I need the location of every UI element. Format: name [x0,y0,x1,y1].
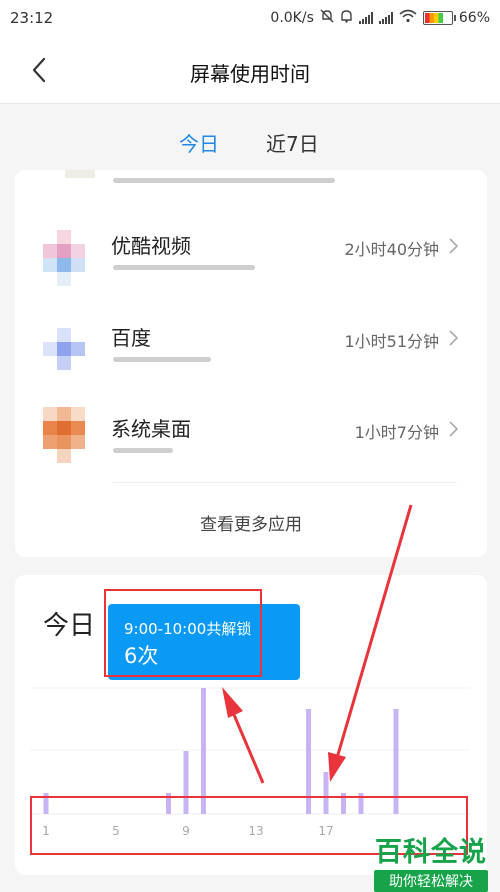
app-usage-time: 1小时51分钟 [344,332,439,351]
alarm-icon [340,9,353,27]
watermark-title: 百科全说 [375,837,487,868]
watermark-subtitle: 助你轻松解决 [374,870,488,892]
desktop-app-icon [43,407,87,473]
chevron-right-icon [449,238,459,254]
period-tabs: 今日 近7日 [0,104,500,174]
app-name: 百度 [111,326,151,350]
chevron-right-icon [449,330,459,346]
unlock-section-title: 今日 [43,611,96,641]
youku-app-icon [43,230,87,290]
wifi-icon [399,9,417,27]
status-bar: 23:12 0.0K/s 66% [0,0,500,36]
battery-percent: 66% [458,10,490,26]
usage-bar [113,265,255,270]
annotation-box-tooltip [104,589,262,677]
see-more-apps-link[interactable]: 查看更多应用 [15,510,487,535]
page-title: 屏幕使用时间 [190,62,310,86]
mute-icon [320,9,334,27]
tab-last-7-days[interactable]: 近7日 [266,128,319,157]
app-row-youku[interactable]: 优酷视频 2小时40分钟 [15,230,487,322]
partial-usage-bar [113,178,335,183]
baidu-app-icon [43,322,87,382]
battery-icon [422,11,456,25]
app-usage-card: 优酷视频 2小时40分钟 百度 1小时51分钟 系统桌面 1小时7分钟 查看更多… [15,170,487,557]
status-icons: 0.0K/s 66% [270,9,490,27]
usage-bar [113,448,173,453]
tab-today[interactable]: 今日 [179,128,219,157]
app-row-baidu[interactable]: 百度 1小时51分钟 [15,322,487,414]
net-speed: 0.0K/s [270,10,314,26]
status-time: 23:12 [10,9,54,27]
app-header: 屏幕使用时间 [0,36,500,104]
app-usage-time: 2小时40分钟 [344,240,439,259]
chevron-right-icon [449,421,459,437]
app-name: 系统桌面 [111,417,191,441]
signal-icon-1 [358,12,373,24]
divider [113,482,457,483]
site-watermark: 百科全说 助你轻松解决 [366,830,496,892]
usage-bar [113,357,211,362]
app-name: 优酷视频 [111,234,191,258]
app-row-desktop[interactable]: 系统桌面 1小时7分钟 [15,407,487,505]
signal-icon-2 [378,12,393,24]
partial-app-icon [65,170,95,178]
app-usage-time: 1小时7分钟 [354,423,439,442]
